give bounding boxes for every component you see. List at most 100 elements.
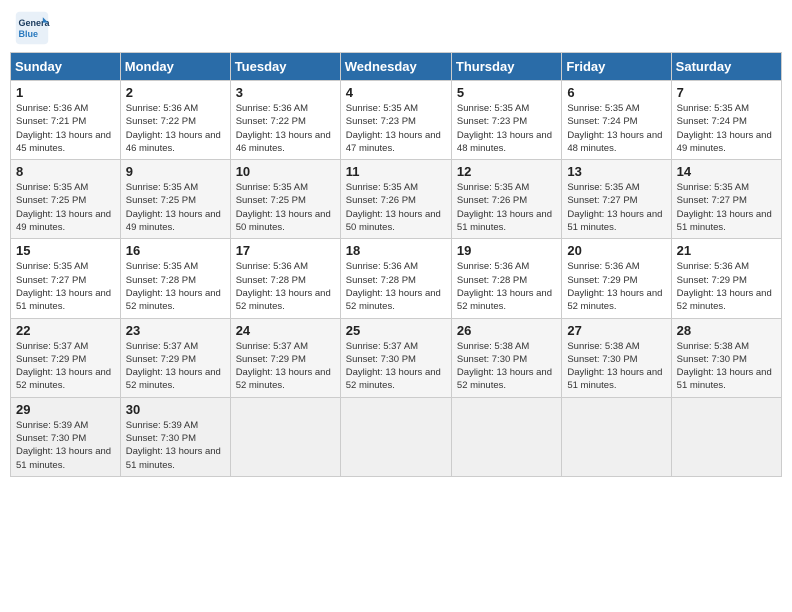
day-info: Sunrise: 5:37 AMSunset: 7:29 PMDaylight:… <box>236 340 335 393</box>
logo-icon: General Blue <box>14 10 50 46</box>
day-info: Sunrise: 5:38 AMSunset: 7:30 PMDaylight:… <box>457 340 556 393</box>
calendar-day-cell: 12 Sunrise: 5:35 AMSunset: 7:26 PMDayligh… <box>451 160 561 239</box>
calendar-week-row: 8Sunrise: 5:35 AMSunset: 7:25 PMDaylight… <box>11 160 782 239</box>
day-info: Sunrise: 5:35 AMSunset: 7:27 PMDaylight:… <box>16 260 115 313</box>
calendar-week-row: 29 Sunrise: 5:39 AMSunset: 7:30 PMDayligh… <box>11 397 782 476</box>
calendar-day-cell: 26 Sunrise: 5:38 AMSunset: 7:30 PMDayligh… <box>451 318 561 397</box>
day-info: Sunrise: 5:36 AMSunset: 7:29 PMDaylight:… <box>677 260 776 313</box>
calendar-day-cell: 13 Sunrise: 5:35 AMSunset: 7:27 PMDayligh… <box>562 160 671 239</box>
day-number: 7 <box>677 85 776 100</box>
day-number: 18 <box>346 243 446 258</box>
calendar-week-row: 15 Sunrise: 5:35 AMSunset: 7:27 PMDayligh… <box>11 239 782 318</box>
day-number: 13 <box>567 164 665 179</box>
calendar-day-cell: 16 Sunrise: 5:35 AMSunset: 7:28 PMDayligh… <box>120 239 230 318</box>
day-info: Sunrise: 5:35 AMSunset: 7:25 PMDaylight:… <box>236 181 335 234</box>
calendar-day-cell: 7 Sunrise: 5:35 AMSunset: 7:24 PMDaylight… <box>671 81 781 160</box>
calendar-week-row: 22 Sunrise: 5:37 AMSunset: 7:29 PMDayligh… <box>11 318 782 397</box>
calendar-day-cell: 24 Sunrise: 5:37 AMSunset: 7:29 PMDayligh… <box>230 318 340 397</box>
calendar-day-cell: 22 Sunrise: 5:37 AMSunset: 7:29 PMDayligh… <box>11 318 121 397</box>
day-number: 29 <box>16 402 115 417</box>
day-number: 17 <box>236 243 335 258</box>
day-info: Sunrise: 5:36 AMSunset: 7:29 PMDaylight:… <box>567 260 665 313</box>
weekday-header: Sunday <box>11 53 121 81</box>
day-info: Sunrise: 5:37 AMSunset: 7:29 PMDaylight:… <box>16 340 115 393</box>
day-number: 26 <box>457 323 556 338</box>
day-info: Sunrise: 5:37 AMSunset: 7:29 PMDaylight:… <box>126 340 225 393</box>
day-number: 23 <box>126 323 225 338</box>
weekday-header: Thursday <box>451 53 561 81</box>
calendar-day-cell <box>230 397 340 476</box>
day-info: Sunrise: 5:39 AMSunset: 7:30 PMDaylight:… <box>126 419 225 472</box>
calendar-day-cell <box>671 397 781 476</box>
weekday-header: Wednesday <box>340 53 451 81</box>
day-info: Sunrise: 5:36 AMSunset: 7:21 PMDaylight:… <box>16 102 115 155</box>
calendar-day-cell <box>451 397 561 476</box>
day-info: Sunrise: 5:36 AMSunset: 7:22 PMDaylight:… <box>126 102 225 155</box>
calendar-week-row: 1Sunrise: 5:36 AMSunset: 7:21 PMDaylight… <box>11 81 782 160</box>
day-number: 15 <box>16 243 115 258</box>
day-number: 28 <box>677 323 776 338</box>
day-number: 4 <box>346 85 446 100</box>
day-number: 25 <box>346 323 446 338</box>
day-number: 11 <box>346 164 446 179</box>
calendar-day-cell: 28 Sunrise: 5:38 AMSunset: 7:30 PMDayligh… <box>671 318 781 397</box>
calendar-day-cell: 5 Sunrise: 5:35 AMSunset: 7:23 PMDaylight… <box>451 81 561 160</box>
day-info: Sunrise: 5:36 AMSunset: 7:28 PMDaylight:… <box>346 260 446 313</box>
day-number: 5 <box>457 85 556 100</box>
day-info: Sunrise: 5:35 AMSunset: 7:26 PMDaylight:… <box>457 181 556 234</box>
day-number: 3 <box>236 85 335 100</box>
calendar-day-cell: 14 Sunrise: 5:35 AMSunset: 7:27 PMDayligh… <box>671 160 781 239</box>
day-info: Sunrise: 5:35 AMSunset: 7:27 PMDaylight:… <box>677 181 776 234</box>
calendar-day-cell: 4 Sunrise: 5:35 AMSunset: 7:23 PMDaylight… <box>340 81 451 160</box>
calendar-day-cell: 23 Sunrise: 5:37 AMSunset: 7:29 PMDayligh… <box>120 318 230 397</box>
svg-text:Blue: Blue <box>19 29 39 39</box>
day-info: Sunrise: 5:35 AMSunset: 7:28 PMDaylight:… <box>126 260 225 313</box>
calendar-day-cell: 20 Sunrise: 5:36 AMSunset: 7:29 PMDayligh… <box>562 239 671 318</box>
calendar-day-cell: 8Sunrise: 5:35 AMSunset: 7:25 PMDaylight… <box>11 160 121 239</box>
weekday-header: Monday <box>120 53 230 81</box>
day-info: Sunrise: 5:36 AMSunset: 7:28 PMDaylight:… <box>457 260 556 313</box>
logo: General Blue <box>14 10 54 46</box>
day-number: 10 <box>236 164 335 179</box>
day-info: Sunrise: 5:38 AMSunset: 7:30 PMDaylight:… <box>677 340 776 393</box>
calendar-day-cell: 25 Sunrise: 5:37 AMSunset: 7:30 PMDayligh… <box>340 318 451 397</box>
calendar-day-cell: 27Sunrise: 5:38 AMSunset: 7:30 PMDayligh… <box>562 318 671 397</box>
calendar-day-cell: 21 Sunrise: 5:36 AMSunset: 7:29 PMDayligh… <box>671 239 781 318</box>
calendar-day-cell: 1Sunrise: 5:36 AMSunset: 7:21 PMDaylight… <box>11 81 121 160</box>
calendar-day-cell: 17 Sunrise: 5:36 AMSunset: 7:28 PMDayligh… <box>230 239 340 318</box>
day-number: 24 <box>236 323 335 338</box>
day-number: 12 <box>457 164 556 179</box>
day-info: Sunrise: 5:35 AMSunset: 7:23 PMDaylight:… <box>457 102 556 155</box>
calendar-day-cell: 30Sunrise: 5:39 AMSunset: 7:30 PMDayligh… <box>120 397 230 476</box>
weekday-header: Tuesday <box>230 53 340 81</box>
calendar-header-row: SundayMondayTuesdayWednesdayThursdayFrid… <box>11 53 782 81</box>
day-info: Sunrise: 5:35 AMSunset: 7:27 PMDaylight:… <box>567 181 665 234</box>
day-number: 22 <box>16 323 115 338</box>
day-number: 16 <box>126 243 225 258</box>
calendar-day-cell: 29Sunrise: 5:39 AMSunset: 7:30 PMDayligh… <box>11 397 121 476</box>
day-info: Sunrise: 5:35 AMSunset: 7:24 PMDaylight:… <box>567 102 665 155</box>
weekday-header: Friday <box>562 53 671 81</box>
weekday-header: Saturday <box>671 53 781 81</box>
day-info: Sunrise: 5:35 AMSunset: 7:24 PMDaylight:… <box>677 102 776 155</box>
day-info: Sunrise: 5:35 AMSunset: 7:25 PMDaylight:… <box>16 181 115 234</box>
calendar-day-cell <box>562 397 671 476</box>
calendar-day-cell: 10 Sunrise: 5:35 AMSunset: 7:25 PMDayligh… <box>230 160 340 239</box>
day-info: Sunrise: 5:36 AMSunset: 7:28 PMDaylight:… <box>236 260 335 313</box>
day-info: Sunrise: 5:36 AMSunset: 7:22 PMDaylight:… <box>236 102 335 155</box>
calendar-day-cell: 18 Sunrise: 5:36 AMSunset: 7:28 PMDayligh… <box>340 239 451 318</box>
day-info: Sunrise: 5:37 AMSunset: 7:30 PMDaylight:… <box>346 340 446 393</box>
day-number: 14 <box>677 164 776 179</box>
day-info: Sunrise: 5:35 AMSunset: 7:23 PMDaylight:… <box>346 102 446 155</box>
day-info: Sunrise: 5:35 AMSunset: 7:26 PMDaylight:… <box>346 181 446 234</box>
day-number: 20 <box>567 243 665 258</box>
calendar-day-cell: 9Sunrise: 5:35 AMSunset: 7:25 PMDaylight… <box>120 160 230 239</box>
day-number: 21 <box>677 243 776 258</box>
calendar-day-cell: 19Sunrise: 5:36 AMSunset: 7:28 PMDayligh… <box>451 239 561 318</box>
calendar-day-cell: 3 Sunrise: 5:36 AMSunset: 7:22 PMDaylight… <box>230 81 340 160</box>
calendar-day-cell <box>340 397 451 476</box>
day-number: 6 <box>567 85 665 100</box>
day-info: Sunrise: 5:35 AMSunset: 7:25 PMDaylight:… <box>126 181 225 234</box>
calendar-day-cell: 11 Sunrise: 5:35 AMSunset: 7:26 PMDayligh… <box>340 160 451 239</box>
day-number: 2 <box>126 85 225 100</box>
